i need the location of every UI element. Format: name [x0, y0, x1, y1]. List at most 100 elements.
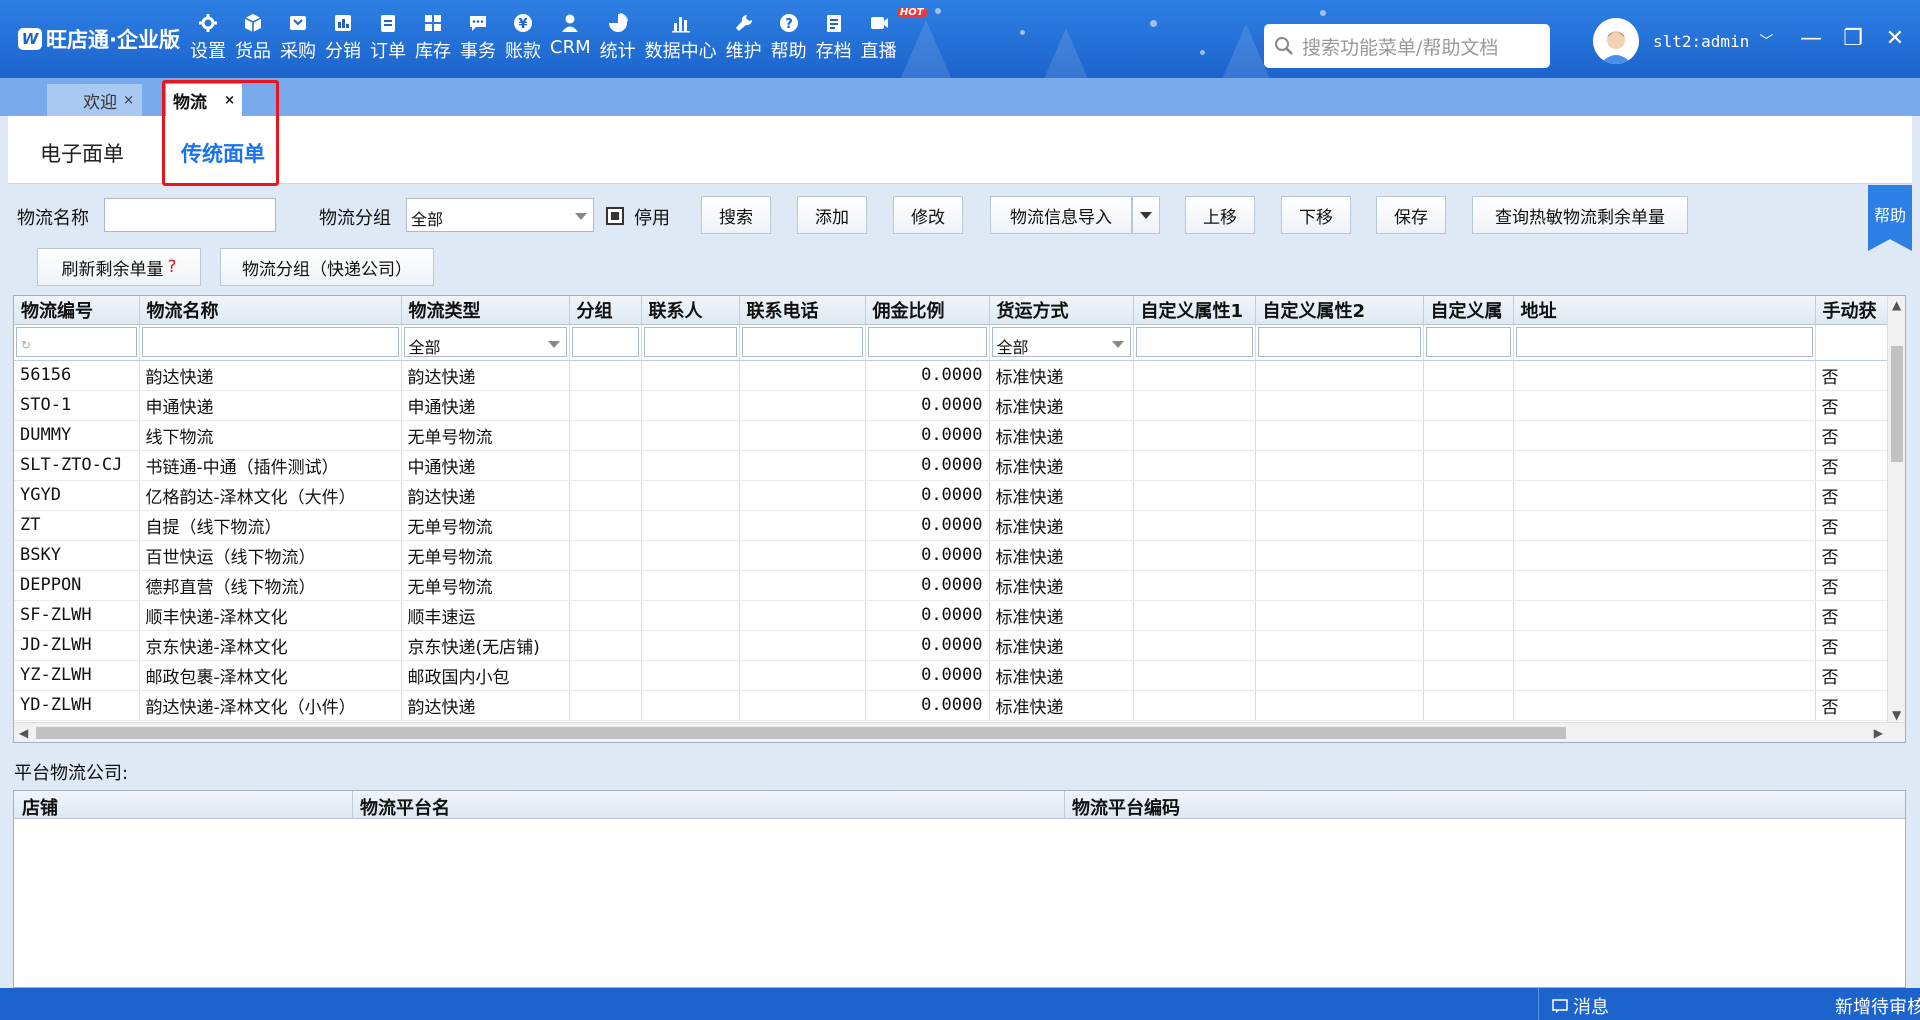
table-cell: 标准快递: [989, 690, 1134, 721]
table-row[interactable]: SF-ZLWH 顺丰快递-泽林文化 顺丰速运 0.0000 标准快递 否: [14, 600, 1896, 631]
column-header[interactable]: 自定义属性1: [1133, 296, 1256, 325]
restore-button[interactable]: ❐: [1832, 26, 1874, 51]
search-button[interactable]: 搜索: [701, 196, 771, 234]
column-header[interactable]: 联系人: [641, 296, 740, 325]
nav-item-10[interactable]: 数据中心: [645, 12, 717, 63]
scroll-thumb[interactable]: [1891, 346, 1903, 462]
table-cell: [1255, 690, 1424, 721]
column-header[interactable]: 自定义属性2: [1255, 296, 1424, 325]
disabled-label: 停用: [634, 208, 670, 229]
column-header[interactable]: 货运方式: [989, 296, 1134, 325]
scroll-up-icon[interactable]: ▲: [1892, 298, 1901, 312]
new-pending-notice[interactable]: 新增待审核: [1835, 993, 1920, 1019]
table-cell: [1423, 600, 1514, 631]
nav-item-4[interactable]: 订单: [370, 12, 406, 63]
column-header[interactable]: 佣金比例: [865, 296, 990, 325]
tab-traditional-waybill[interactable]: 传统面单: [181, 138, 265, 168]
refresh-remaining-button[interactable]: 刷新剩余单量 ?: [37, 248, 201, 286]
filter-input[interactable]: ↻: [16, 327, 137, 357]
column-header[interactable]: 物流编号: [14, 296, 140, 325]
column-header[interactable]: 地址: [1513, 296, 1816, 325]
scroll-left-icon[interactable]: ◀: [19, 726, 28, 740]
table-row[interactable]: ZT 自提（线下物流） 无单号物流 0.0000 标准快递 否: [14, 510, 1896, 541]
table-row[interactable]: SLT-ZTO-CJ 书链通-中通（插件测试） 中通快递 0.0000 标准快递 否: [14, 450, 1896, 481]
column-header[interactable]: 自定义属: [1423, 296, 1514, 325]
close-icon[interactable]: ×: [123, 93, 134, 108]
close-window-button[interactable]: ✕: [1874, 26, 1916, 51]
table-row[interactable]: BSKY 百世快运（线下物流） 无单号物流 0.0000 标准快递 否: [14, 540, 1896, 571]
table-cell: [1133, 480, 1256, 511]
search-box[interactable]: 搜索功能菜单/帮助文档: [1264, 24, 1550, 68]
horizontal-scrollbar[interactable]: ◀ ▶: [14, 722, 1905, 742]
nav-item-5[interactable]: 库存: [415, 12, 451, 63]
filter-input[interactable]: [1425, 327, 1511, 357]
nav-item-0[interactable]: 设置: [190, 12, 226, 63]
move-down-button[interactable]: 下移: [1281, 196, 1351, 234]
tab-welcome[interactable]: 欢迎 ×: [47, 84, 142, 116]
tab-logistics[interactable]: 物流 ×: [166, 84, 242, 116]
modify-button[interactable]: 修改: [893, 196, 963, 234]
filter-input[interactable]: [867, 327, 987, 357]
filter-input[interactable]: [571, 327, 639, 357]
logistics-name-input[interactable]: [104, 198, 276, 232]
table-row[interactable]: DUMMY 线下物流 无单号物流 0.0000 标准快递 否: [14, 420, 1896, 451]
tab-electronic-waybill[interactable]: 电子面单: [40, 138, 124, 168]
nav-item-14[interactable]: 直播 HOT: [860, 7, 927, 63]
table-row[interactable]: JD-ZLWH 京东快递-泽林文化 京东快递(无店铺) 0.0000 标准快递 否: [14, 630, 1896, 661]
scroll-right-icon[interactable]: ▶: [1874, 726, 1883, 740]
filter-input[interactable]: [1515, 327, 1813, 357]
column-header[interactable]: 物流类型: [401, 296, 570, 325]
minimize-button[interactable]: —: [1790, 26, 1832, 51]
filter-input[interactable]: [741, 327, 863, 357]
courier-group-button[interactable]: 物流分组（快递公司）: [220, 248, 434, 286]
scroll-down-icon[interactable]: ▼: [1892, 708, 1901, 722]
table-row[interactable]: YD-ZLWH 韵达快递-泽林文化（小件） 韵达快递 0.0000 标准快递 否: [14, 690, 1896, 721]
messages-button[interactable]: 消息: [1552, 993, 1609, 1019]
user-menu[interactable]: slt2:admin ﹀: [1593, 18, 1773, 64]
nav-item-1[interactable]: 货品: [235, 12, 271, 63]
nav-item-9[interactable]: 统计: [600, 12, 636, 63]
filter-input[interactable]: [141, 327, 399, 357]
nav-item-13[interactable]: 存档: [816, 12, 852, 63]
disabled-checkbox[interactable]: [606, 207, 624, 225]
nav-item-6[interactable]: 事务: [460, 12, 496, 63]
nav-item-2[interactable]: 采购: [280, 12, 316, 63]
table-cell: 否: [1815, 480, 1896, 511]
import-button[interactable]: 物流信息导入: [990, 196, 1132, 234]
help-side-tab[interactable]: 帮助: [1868, 185, 1912, 251]
tab-bar: 欢迎 × 物流 ×: [0, 78, 1920, 116]
move-up-button[interactable]: 上移: [1185, 196, 1255, 234]
logistics-group-select[interactable]: 全部: [406, 198, 594, 232]
shipping-filter-select[interactable]: 全部: [991, 327, 1131, 357]
query-thermal-remaining-button[interactable]: 查询热敏物流剩余单量: [1472, 196, 1688, 234]
tab-welcome-label: 欢迎: [83, 92, 118, 113]
add-button[interactable]: 添加: [797, 196, 867, 234]
table-cell: [1513, 630, 1816, 661]
column-header[interactable]: 联系电话: [739, 296, 866, 325]
vertical-scrollbar[interactable]: ▲ ▼: [1887, 296, 1905, 724]
nav-item-7[interactable]: ¥ 账款: [505, 12, 541, 63]
type-filter-select[interactable]: 全部: [403, 327, 567, 357]
filter-input[interactable]: [1135, 327, 1253, 357]
table-cell: [1513, 690, 1816, 721]
import-dropdown-button[interactable]: [1132, 196, 1160, 234]
scroll-thumb[interactable]: [36, 727, 1566, 739]
table-row[interactable]: 56156 韵达快递 韵达快递 0.0000 标准快递否: [14, 360, 1896, 391]
nav-item-8[interactable]: CRM: [550, 12, 591, 63]
table-row[interactable]: STO-1 申通快递 申通快递 0.0000 标准快递否: [14, 390, 1896, 421]
column-header[interactable]: 手动获: [1815, 296, 1896, 325]
filter-input[interactable]: [643, 327, 737, 357]
nav-label: 直播: [860, 41, 897, 62]
nav-item-3[interactable]: 分销: [325, 12, 361, 63]
nav-item-11[interactable]: 维护: [726, 12, 762, 63]
nav-item-12[interactable]: ? 帮助: [771, 12, 807, 63]
filter-input[interactable]: [1257, 327, 1421, 357]
column-header[interactable]: 分组: [569, 296, 642, 325]
table-row[interactable]: YZ-ZLWH 邮政包裹-泽林文化 邮政国内小包 0.0000 标准快递 否: [14, 660, 1896, 691]
table-row[interactable]: DEPPON 德邦直营（线下物流） 无单号物流 0.0000 标准快递 否: [14, 570, 1896, 601]
svg-text:?: ?: [785, 17, 793, 32]
table-row[interactable]: YGYD 亿格韵达-泽林文化（大件） 韵达快递 0.0000 标准快递 否: [14, 480, 1896, 511]
save-button[interactable]: 保存: [1376, 196, 1446, 234]
column-header[interactable]: 物流名称: [139, 296, 402, 325]
close-icon[interactable]: ×: [224, 93, 235, 108]
